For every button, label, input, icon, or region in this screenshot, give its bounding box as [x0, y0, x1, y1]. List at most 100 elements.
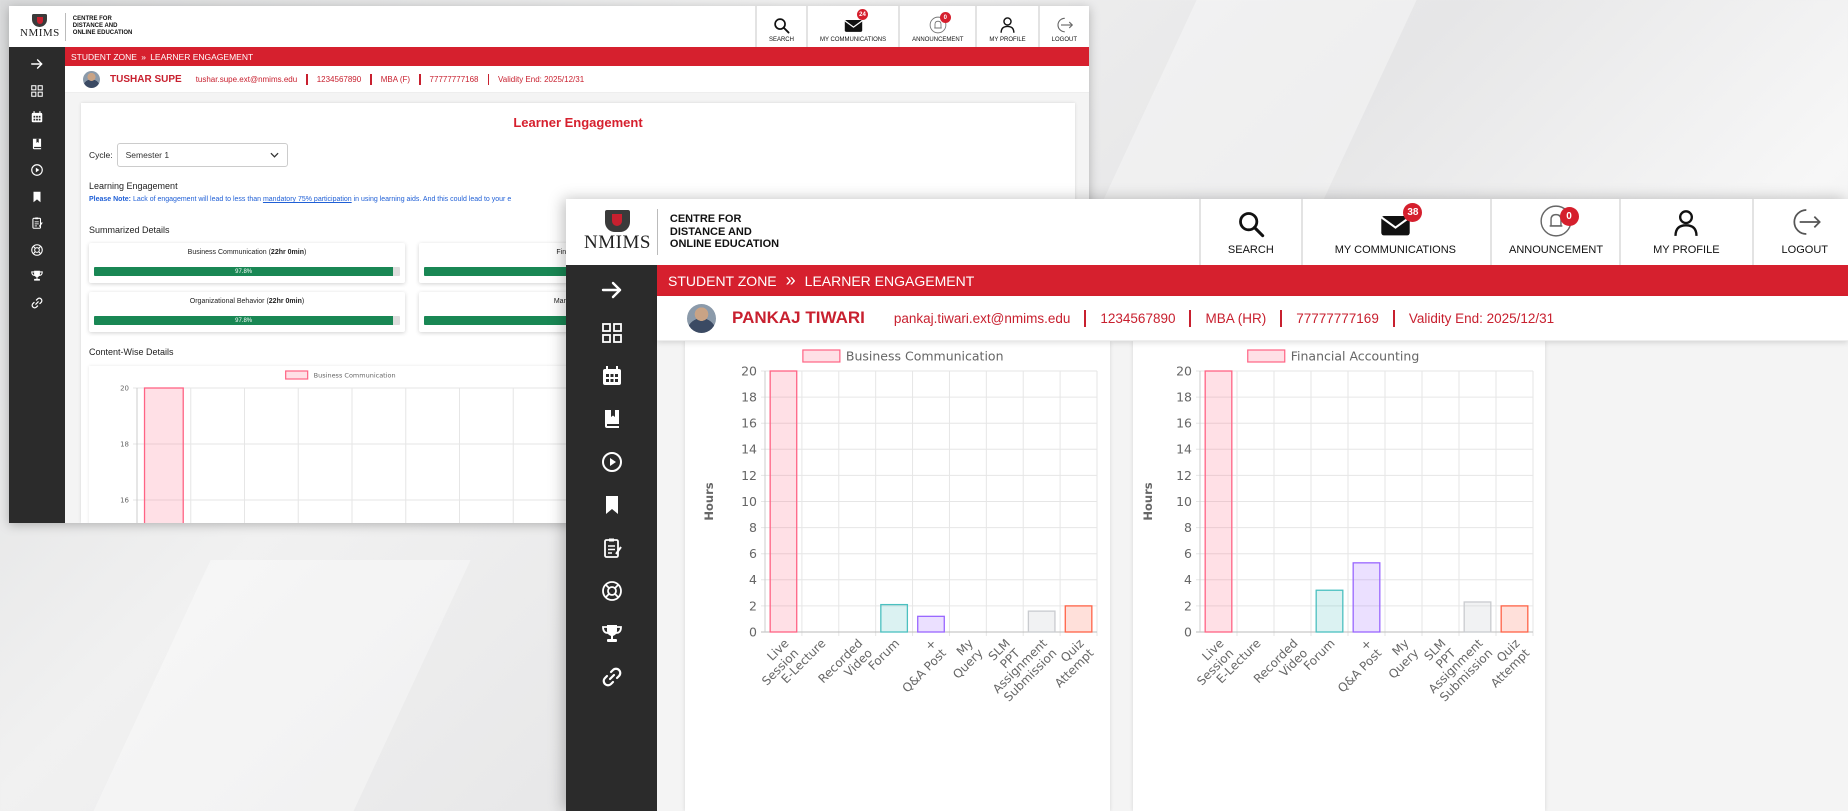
sidebar-item-bookmark[interactable] [9, 184, 65, 211]
sidebar-item-trophy[interactable] [9, 263, 65, 290]
book-icon [604, 409, 619, 428]
y-tick-label: 12 [741, 468, 757, 483]
bar [1064, 605, 1093, 633]
y-tick-label: 8 [1184, 520, 1192, 535]
sidebar-item-link[interactable] [9, 290, 65, 317]
nav-logout[interactable]: LOGOUT [1751, 199, 1848, 265]
chart-card-business-communication: 0 2 4 6 8 10 12 14 16 18 20 Hours Business Communica… [685, 341, 1110, 811]
nav-search[interactable]: SEARCH [1198, 199, 1301, 265]
sidebar-item-arrow-right[interactable] [566, 268, 657, 311]
sidebar-item-book[interactable] [566, 397, 657, 440]
nav-announcement-label: ANNOUNCEMENT [1508, 244, 1604, 256]
nav-profile[interactable]: MY PROFILE [975, 6, 1037, 47]
nav-profile-label: MY PROFILE [989, 37, 1026, 43]
nav-logout[interactable]: LOGOUT [1037, 6, 1089, 47]
summary-card-title: Business Communication (22hr 0min) [187, 249, 307, 256]
summary-time: 22hr 0min [270, 249, 304, 256]
search-icon [1238, 212, 1265, 238]
y-tick-label: 4 [749, 572, 757, 587]
bookmark-icon [605, 495, 618, 514]
nav-profile[interactable]: MY PROFILE [1619, 199, 1751, 265]
sidebar-item-clipboard[interactable] [9, 210, 65, 237]
sidebar-item-bookmark[interactable] [566, 483, 657, 526]
y-tick-label: 14 [741, 442, 757, 457]
breadcrumb-current: LEARNER ENGAGEMENT [150, 51, 254, 62]
nav-communications[interactable]: 24 MY COMMUNICATIONS [805, 6, 898, 47]
legend-label: Business Communication [314, 371, 396, 379]
sidebar-item-lifebuoy[interactable] [9, 237, 65, 264]
breadcrumb-root[interactable]: STUDENT ZONE [71, 52, 137, 62]
nav-profile-label: MY PROFILE [1653, 244, 1720, 256]
logo-divider [656, 209, 658, 255]
content-chart-svg: 14161820Business Communication [120, 370, 568, 523]
sidebar-item-play-circle[interactable] [566, 440, 657, 483]
link-icon [31, 297, 43, 309]
brand-logo[interactable]: NMIMS CENTRE FOR DISTANCE AND ONLINE EDU… [9, 6, 132, 47]
nav-announcement-label: ANNOUNCEMENT [912, 37, 964, 43]
bar [1463, 601, 1492, 633]
announcement-badge: 0 [1559, 207, 1579, 226]
note-text: Lack of engagement will lead to less tha… [131, 196, 263, 203]
legend-swatch [802, 349, 841, 363]
logo-text-line: DISTANCE AND [669, 225, 752, 238]
page-title: Learner Engagement [513, 115, 643, 130]
sidebar-item-lifebuoy[interactable] [566, 569, 657, 612]
user-icon [1674, 210, 1698, 236]
grid-icon [601, 322, 622, 343]
sidebar-item-calendar[interactable] [9, 104, 65, 131]
nav-announcement[interactable]: 0 ANNOUNCEMENT [898, 6, 975, 47]
chevron-down-icon [270, 152, 279, 158]
sidebar-item-trophy[interactable] [566, 612, 657, 655]
cycle-select[interactable]: Semester 1 [116, 143, 288, 167]
y-axis-label: Hours [1141, 482, 1155, 520]
sidebar-item-grid[interactable] [9, 78, 65, 105]
nav-logout-label: LOGOUT [1051, 37, 1077, 43]
y-tick-label: 10 [741, 494, 757, 509]
y-tick-label: 20 [120, 384, 129, 392]
y-tick-label: 14 [1176, 442, 1192, 457]
avatar [687, 303, 716, 333]
legend-label: Business Communication [846, 348, 1004, 363]
user-name: PANKAJ TIWARI [732, 308, 865, 327]
logo-text-line: CENTRE FOR [72, 16, 112, 23]
nav-search[interactable]: SEARCH [754, 6, 806, 47]
sidebar-item-arrow-right[interactable] [9, 51, 65, 78]
sidebar-item-link[interactable] [566, 655, 657, 698]
bar [769, 370, 798, 633]
arrow-right-icon [601, 281, 621, 298]
x-tick-label: MyQuery [1376, 636, 1421, 681]
bar [1500, 605, 1529, 633]
y-tick-label: 16 [1176, 416, 1192, 431]
participation-link[interactable]: mandatory 75% participation [263, 196, 352, 203]
user-id: 1234567890 [316, 74, 362, 84]
summary-subject: Organizational Behavior [189, 298, 265, 305]
sidebar [9, 47, 65, 523]
play-circle-icon [601, 451, 622, 472]
logo-text-line: DISTANCE AND [72, 23, 118, 30]
nav-communications[interactable]: 38 MY COMMUNICATIONS [1300, 199, 1490, 265]
brand-logo[interactable]: NMIMS CENTRE FOR DISTANCE AND ONLINE EDU… [566, 199, 779, 265]
logo-text-line: ONLINE EDUCATION [72, 29, 133, 36]
sidebar-item-grid[interactable] [566, 311, 657, 354]
sidebar-item-clipboard[interactable] [566, 526, 657, 569]
y-tick-label: 0 [1184, 624, 1192, 639]
app-header: NMIMS CENTRE FOR DISTANCE AND ONLINE EDU… [566, 199, 1848, 265]
breadcrumb-root[interactable]: STUDENT ZONE [668, 273, 777, 289]
user-info-divider [419, 73, 421, 85]
logout-icon [1057, 17, 1074, 33]
y-tick-label: 6 [1184, 546, 1192, 561]
chart-card-financial-accounting: 0 2 4 6 8 10 12 14 16 18 20 Hours Financial Accounti… [1133, 341, 1545, 811]
note-suffix: in using learning aids. And this could l… [351, 196, 512, 203]
user-info-divider [1392, 309, 1395, 327]
bookmark-icon [33, 191, 41, 202]
user-validity: Validity End: 2025/12/31 [498, 74, 585, 84]
summary-card[interactable]: Organizational Behavior (22hr 0min) 97.8… [89, 292, 405, 332]
top-nav: SEARCH 38 MY COMMUNICATIONS 0 ANNOUNCEME… [1198, 199, 1848, 265]
y-tick-label: 8 [749, 520, 757, 535]
content-chart: 14161820Business Communication [89, 366, 569, 523]
nav-announcement[interactable]: 0 ANNOUNCEMENT [1489, 199, 1619, 265]
sidebar-item-book[interactable] [9, 131, 65, 158]
sidebar-item-play-circle[interactable] [9, 157, 65, 184]
summary-card[interactable]: Business Communication (22hr 0min) 97.8% [89, 243, 405, 283]
sidebar-item-calendar[interactable] [566, 354, 657, 397]
